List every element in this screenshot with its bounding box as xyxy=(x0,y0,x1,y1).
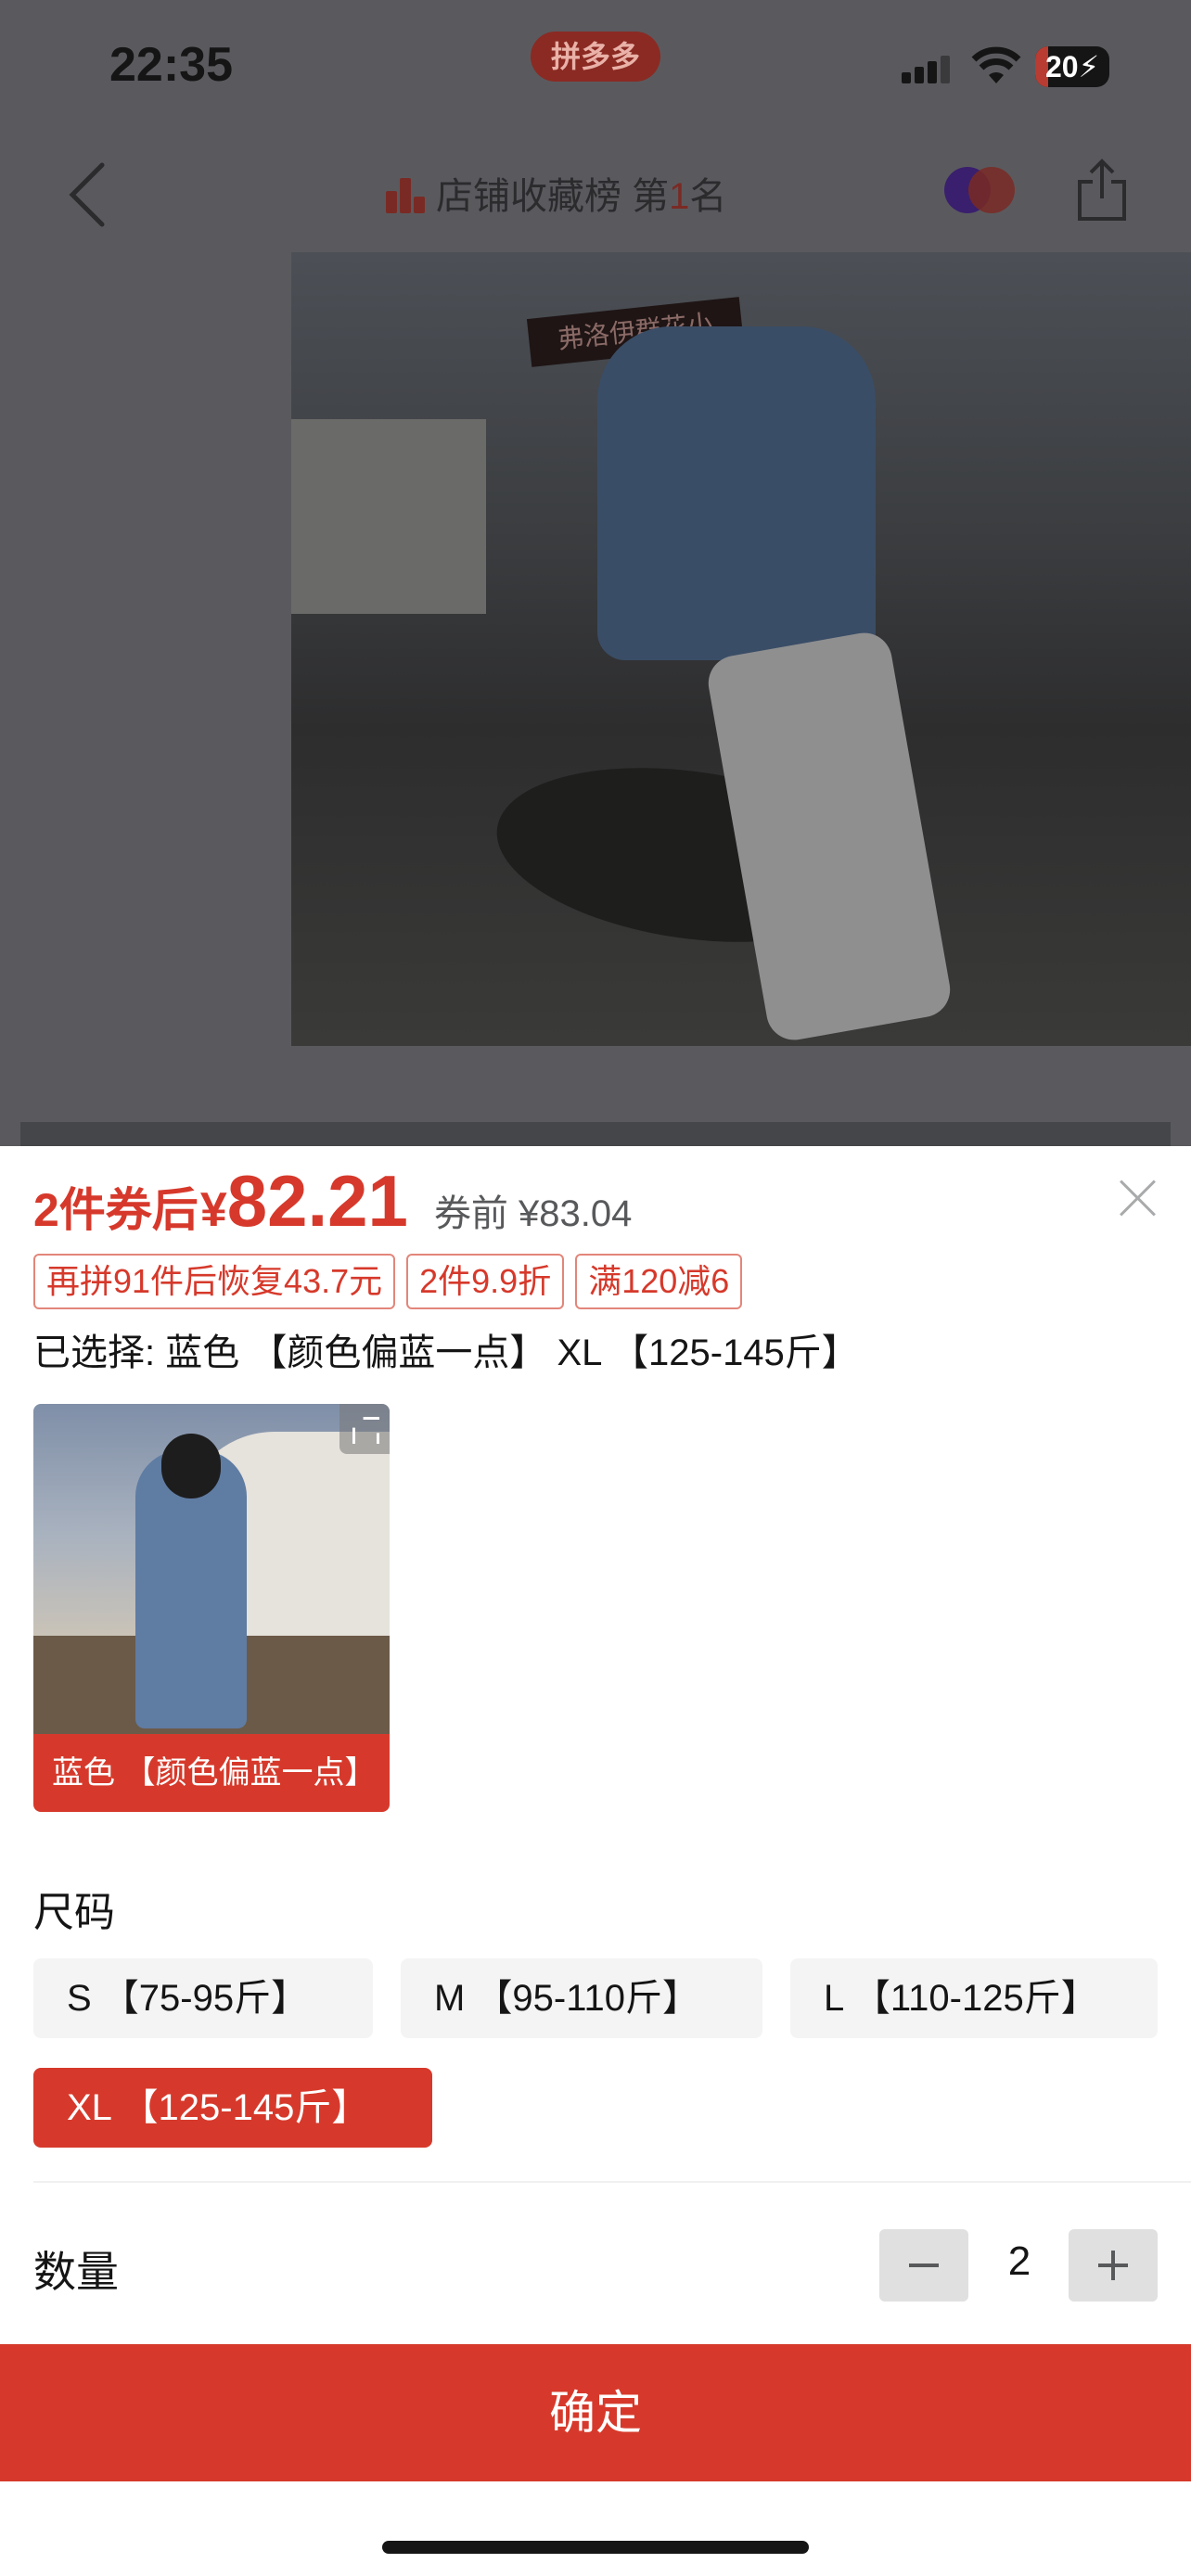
price-prefix: 2件券后 xyxy=(33,1184,198,1236)
quantity-title: 数量 xyxy=(33,2248,119,2296)
price-row: 2件券后 ¥ 82.21 券前 ¥83.04 xyxy=(33,1159,632,1243)
plus-icon[interactable] xyxy=(1069,2229,1158,2302)
color-option-blue[interactable]: 蓝色 【颜色偏蓝一点】 xyxy=(33,1404,390,1812)
store-rank[interactable]: 店铺收藏榜 第1名 xyxy=(386,165,726,221)
coupon-price: 82.21 xyxy=(226,1160,408,1242)
wifi-icon xyxy=(971,46,1021,83)
share-icon[interactable] xyxy=(1072,158,1132,223)
battery-icon: 20⚡ xyxy=(1035,46,1109,87)
selected-summary: 已选择: 蓝色 【颜色偏蓝一点】 XL 【125-145斤】 xyxy=(33,1333,859,1373)
promo-tag: 满120减6 xyxy=(575,1254,743,1309)
promo-tags: 再拼91件后恢复43.7元 2件9.9折 满120减6 xyxy=(33,1254,743,1311)
battery-level: 20 xyxy=(1044,50,1079,83)
rank-text: 店铺收藏榜 第 xyxy=(436,176,670,217)
size-option-s[interactable]: S 【75-95斤】 xyxy=(33,1958,373,2038)
background-strip xyxy=(20,1122,1171,1146)
quantity-value[interactable]: 2 xyxy=(987,2238,1052,2285)
confirm-button[interactable]: 确定 xyxy=(0,2344,1191,2481)
product-image[interactable]: 弗洛伊群花小 xyxy=(291,252,1191,1046)
divider xyxy=(33,2181,1191,2183)
status-bar: 22:35 拼多多 20⚡ xyxy=(0,0,1191,130)
rank-number: 1 xyxy=(669,176,690,217)
hero-building xyxy=(291,419,486,614)
home-indicator xyxy=(382,2541,809,2554)
close-icon[interactable] xyxy=(1117,1178,1158,1218)
clock: 22:35 xyxy=(109,38,233,92)
back-icon[interactable] xyxy=(59,159,115,230)
background-page: 22:35 拼多多 20⚡ 店铺收藏榜 第1名 弗洛伊群花小 xyxy=(0,0,1191,1146)
rank-suffix: 名 xyxy=(689,176,727,217)
currency-symbol: ¥ xyxy=(199,1183,227,1237)
minus-icon[interactable] xyxy=(879,2229,968,2302)
expand-icon[interactable] xyxy=(339,1404,390,1454)
top-nav: 店铺收藏榜 第1名 xyxy=(0,139,1191,250)
rank-icon xyxy=(386,172,425,213)
app-indicator: 拼多多 xyxy=(531,32,660,82)
size-section-title: 尺码 xyxy=(33,1890,115,1935)
share-avatars[interactable] xyxy=(944,167,1015,213)
hero-pants xyxy=(704,628,954,1045)
sku-thumbnail xyxy=(33,1404,390,1734)
size-option-m[interactable]: M 【95-110斤】 xyxy=(401,1958,762,2038)
color-option-label: 蓝色 【颜色偏蓝一点】 xyxy=(33,1734,390,1812)
cellular-signal-icon xyxy=(902,54,952,83)
sku-sheet: 2件券后 ¥ 82.21 券前 ¥83.04 再拼91件后恢复43.7元 2件9… xyxy=(0,1146,1191,2576)
size-option-l[interactable]: L 【110-125斤】 xyxy=(790,1958,1158,2038)
hero-jacket xyxy=(597,326,876,660)
promo-tag: 再拼91件后恢复43.7元 xyxy=(33,1254,396,1309)
price-before-coupon: 券前 ¥83.04 xyxy=(433,1193,633,1234)
promo-tag: 2件9.9折 xyxy=(406,1254,565,1309)
size-option-xl[interactable]: XL 【125-145斤】 xyxy=(33,2068,432,2148)
